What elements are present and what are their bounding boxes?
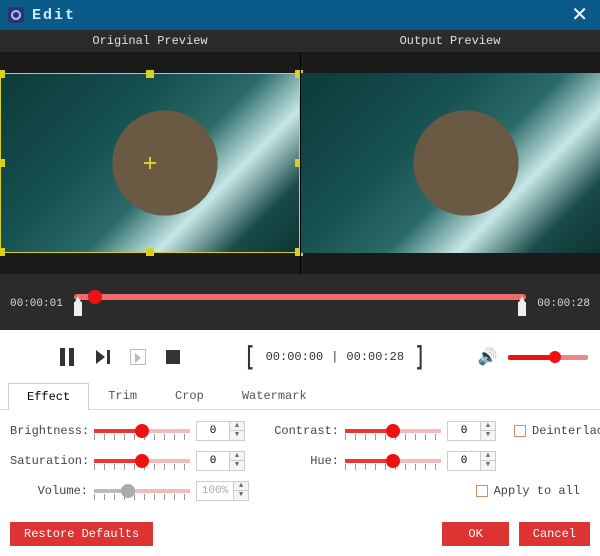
hue-value[interactable] xyxy=(448,455,480,467)
step-button[interactable] xyxy=(130,349,146,365)
stop-button[interactable] xyxy=(164,348,182,366)
restore-defaults-button[interactable]: Restore Defaults xyxy=(10,522,153,546)
trim-out-time: 00:00:28 xyxy=(346,350,404,364)
contrast-label: Contrast: xyxy=(273,424,339,438)
trim-start-marker[interactable] xyxy=(74,302,82,316)
tab-trim[interactable]: Trim xyxy=(89,382,156,409)
volume-slider[interactable] xyxy=(508,355,588,360)
playback-controls: [ 00:00:00 | 00:00:28 ] xyxy=(0,330,600,382)
volume-control xyxy=(478,347,588,367)
hue-label: Hue: xyxy=(273,454,339,468)
timeline: 00:00:01 00:00:28 xyxy=(0,274,600,330)
trim-in-time: 00:00:00 xyxy=(266,350,324,364)
hue-slider[interactable] xyxy=(345,450,441,472)
checkbox-icon[interactable] xyxy=(476,485,488,497)
bracket-right-icon[interactable]: ] xyxy=(415,342,424,372)
hue-up[interactable]: ▲ xyxy=(481,452,495,461)
output-preview-image xyxy=(301,73,600,253)
time-divider: | xyxy=(331,350,338,364)
preview-row xyxy=(0,52,600,274)
contrast-slider[interactable] xyxy=(345,420,441,442)
volume-down[interactable]: ▼ xyxy=(234,491,248,500)
crop-frame[interactable] xyxy=(0,73,300,253)
pause-button[interactable] xyxy=(58,348,76,366)
saturation-label: Saturation: xyxy=(10,454,88,468)
contrast-up[interactable]: ▲ xyxy=(481,422,495,431)
crop-handle-bl[interactable] xyxy=(0,248,5,256)
volume-label: Volume: xyxy=(10,484,88,498)
brightness-down[interactable]: ▼ xyxy=(230,431,244,440)
tabs: Effect Trim Crop Watermark xyxy=(0,382,600,410)
titlebar: Edit ✕ xyxy=(0,0,600,30)
crop-handle-l[interactable] xyxy=(0,159,5,167)
saturation-value[interactable] xyxy=(197,455,229,467)
volume-up[interactable]: ▲ xyxy=(234,482,248,491)
ok-button[interactable]: OK xyxy=(442,522,508,546)
contrast-down[interactable]: ▼ xyxy=(481,431,495,440)
bracket-left-icon[interactable]: [ xyxy=(245,342,254,372)
original-preview xyxy=(0,52,300,274)
contrast-stepper[interactable]: ▲▼ xyxy=(447,421,496,441)
saturation-stepper[interactable]: ▲▼ xyxy=(196,451,245,471)
brightness-stepper[interactable]: ▲▼ xyxy=(196,421,245,441)
crop-handle-t[interactable] xyxy=(146,70,154,78)
trim-end-marker[interactable] xyxy=(518,302,526,316)
volume-value[interactable] xyxy=(197,485,233,497)
deinterlacing-checkbox[interactable]: Deinterlacing xyxy=(514,424,600,438)
brightness-label: Brightness: xyxy=(10,424,88,438)
contrast-value[interactable] xyxy=(448,425,480,437)
cancel-button[interactable]: Cancel xyxy=(519,522,590,546)
crop-handle-center[interactable] xyxy=(144,157,156,169)
timeline-duration: 00:00:28 xyxy=(534,298,590,310)
preview-header: Original Preview Output Preview xyxy=(0,30,600,52)
hue-down[interactable]: ▼ xyxy=(481,461,495,470)
tab-effect[interactable]: Effect xyxy=(8,383,89,410)
timeline-playhead[interactable] xyxy=(88,290,102,304)
saturation-down[interactable]: ▼ xyxy=(230,461,244,470)
deinterlacing-label: Deinterlacing xyxy=(532,424,600,438)
effect-panel: Brightness: ▲▼ Contrast: ▲▼ Deinterlacin… xyxy=(0,410,600,516)
timeline-current: 00:00:01 xyxy=(10,298,66,310)
footer: Restore Defaults OK Cancel xyxy=(0,516,600,556)
tab-watermark[interactable]: Watermark xyxy=(223,382,326,409)
brightness-slider[interactable] xyxy=(94,420,190,442)
next-frame-button[interactable] xyxy=(94,348,112,366)
hue-stepper[interactable]: ▲▼ xyxy=(447,451,496,471)
volume-stepper[interactable]: ▲▼ xyxy=(196,481,249,501)
original-preview-label: Original Preview xyxy=(0,30,300,52)
crop-handle-tl[interactable] xyxy=(0,70,5,78)
volume-icon[interactable] xyxy=(478,347,498,367)
output-preview-label: Output Preview xyxy=(300,30,600,52)
brightness-value[interactable] xyxy=(197,425,229,437)
saturation-up[interactable]: ▲ xyxy=(230,452,244,461)
crop-handle-b[interactable] xyxy=(146,248,154,256)
apply-to-all-checkbox[interactable]: Apply to all xyxy=(476,484,580,498)
tab-crop[interactable]: Crop xyxy=(156,382,223,409)
trim-time-display: [ 00:00:00 | 00:00:28 ] xyxy=(242,342,428,372)
brightness-up[interactable]: ▲ xyxy=(230,422,244,431)
app-logo-icon xyxy=(8,7,24,23)
checkbox-icon[interactable] xyxy=(514,425,526,437)
saturation-slider[interactable] xyxy=(94,450,190,472)
window-title: Edit xyxy=(32,7,76,24)
close-icon[interactable]: ✕ xyxy=(567,2,592,28)
volume-effect-slider[interactable] xyxy=(94,480,190,502)
output-preview xyxy=(300,52,600,274)
timeline-track[interactable] xyxy=(74,292,526,316)
apply-to-all-label: Apply to all xyxy=(494,484,580,498)
